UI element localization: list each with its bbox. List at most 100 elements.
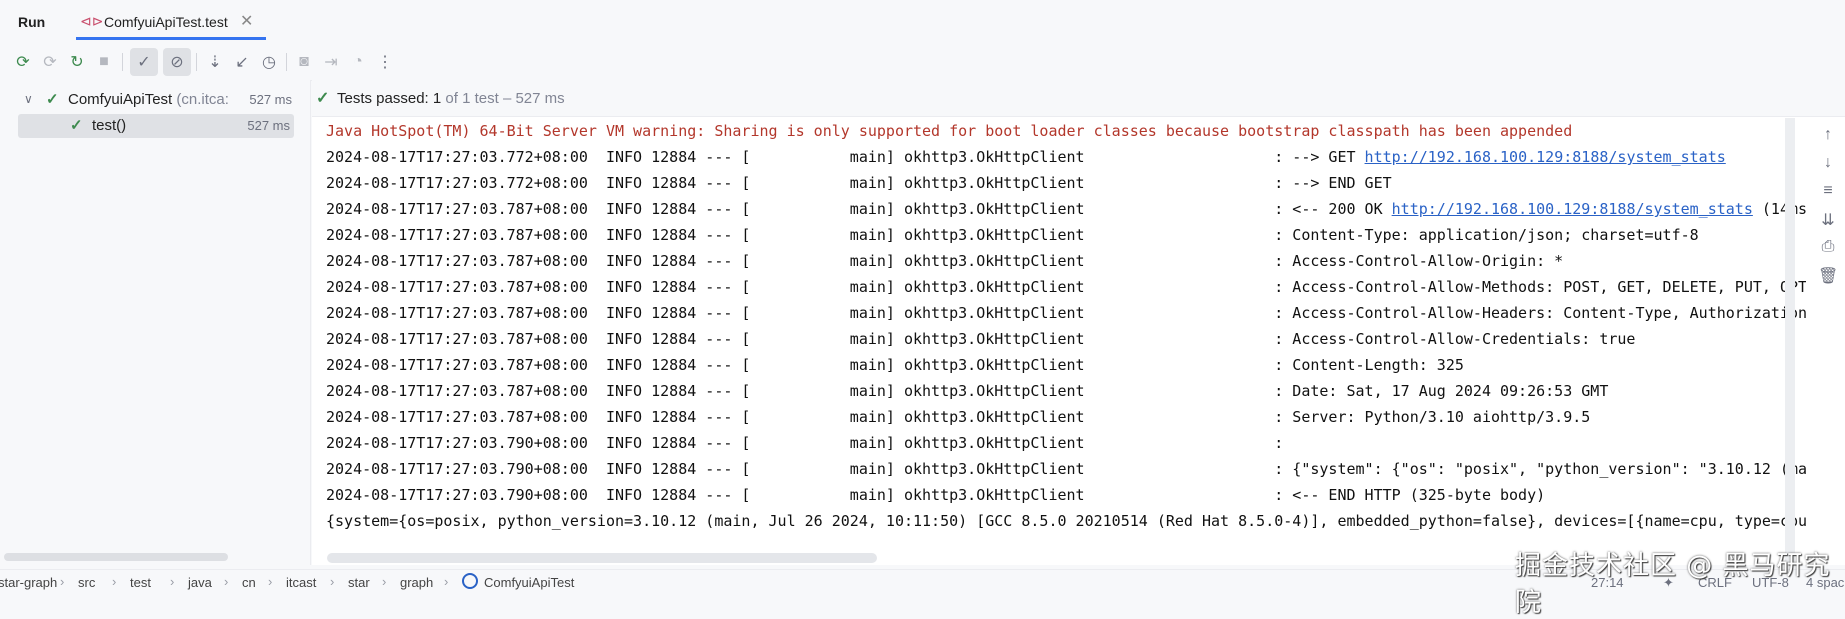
tool-window-tab-bar: Run ⊲⊳ ComfyuiApiTest.test ✕ bbox=[0, 0, 1845, 42]
log-text: 2024-08-17T17:27:03.787+08:00 INFO 12884… bbox=[326, 408, 1591, 426]
down-arrow-icon[interactable]: ↓ bbox=[1818, 154, 1838, 174]
toggle-auto-test-icon[interactable]: ↻ bbox=[66, 51, 88, 73]
root-test-package: (cn.itca: bbox=[176, 91, 229, 108]
child-test-name: test() bbox=[92, 117, 127, 134]
tree-node-root[interactable]: ∨ ✓ ComfyuiApiTest (cn.itca: 527 ms bbox=[0, 88, 310, 112]
soft-wrap-icon[interactable]: ≡ bbox=[1818, 182, 1838, 202]
console-horizontal-scrollbar[interactable] bbox=[327, 553, 877, 563]
scroll-to-end-icon[interactable]: ⇊ bbox=[1818, 210, 1838, 230]
tree-node-label: ComfyuiApiTest (cn.itca: bbox=[68, 91, 229, 108]
log-text: {system={os=posix, python_version=3.10.1… bbox=[326, 512, 1806, 530]
run-toolbar: ⟳ ⟳ ↻ ■ ✓ ⊘ ⇣ ↙ ◷ ◙ ⇥ ◔ ⋮ bbox=[0, 42, 1845, 81]
log-link[interactable]: http://192.168.100.129:8188/system_stats bbox=[1365, 148, 1726, 166]
status-suffix: of 1 test – 527 ms bbox=[445, 90, 565, 107]
run-tool-window-title: Run bbox=[18, 14, 46, 30]
passed-check-icon: ✓ bbox=[316, 90, 330, 107]
log-text: 2024-08-17T17:27:03.787+08:00 INFO 12884… bbox=[326, 226, 1699, 244]
child-test-time: 527 ms bbox=[247, 118, 290, 133]
console-panel: ✓ Tests passed: 1 of 1 test – 527 ms Jav… bbox=[312, 80, 1845, 565]
tab-comfyui-api-test[interactable]: ⊲⊳ ComfyuiApiTest.test ✕ bbox=[76, 0, 266, 42]
tab-label: ComfyuiApiTest.test bbox=[104, 14, 228, 30]
print-icon[interactable]: ⎙ bbox=[1818, 238, 1838, 258]
breadcrumb-item[interactable]: itcast bbox=[286, 575, 316, 590]
import-icon[interactable]: ⇥ bbox=[320, 51, 342, 73]
console-log-line: {system={os=posix, python_version=3.10.1… bbox=[326, 508, 1806, 534]
log-text: 2024-08-17T17:27:03.787+08:00 INFO 12884… bbox=[326, 252, 1564, 270]
breadcrumb-separator: › bbox=[224, 574, 229, 589]
console-output[interactable]: Java HotSpot(TM) 64-Bit Server VM warnin… bbox=[326, 118, 1806, 548]
tree-node-test[interactable]: ✓ test() 527 ms bbox=[18, 114, 294, 138]
export-icon[interactable]: ◔ bbox=[347, 51, 369, 73]
breadcrumb-item[interactable]: graph bbox=[400, 575, 433, 590]
console-log-line: 2024-08-17T17:27:03.787+08:00 INFO 12884… bbox=[326, 404, 1590, 430]
status-prefix: Tests passed: bbox=[337, 90, 429, 107]
collapse-icon[interactable]: ↙ bbox=[231, 51, 253, 73]
breadcrumb-separator: › bbox=[170, 574, 175, 589]
log-text: 2024-08-17T17:27:03.772+08:00 INFO 12884… bbox=[326, 174, 1392, 192]
log-text: 2024-08-17T17:27:03.787+08:00 INFO 12884… bbox=[326, 330, 1636, 348]
breadcrumb-separator: › bbox=[330, 574, 335, 589]
log-text: 2024-08-17T17:27:03.787+08:00 INFO 12884… bbox=[326, 304, 1806, 322]
tree-horizontal-scrollbar[interactable] bbox=[4, 553, 228, 561]
rerun-icon[interactable]: ⟳ bbox=[12, 51, 34, 73]
rerun-failed-icon[interactable]: ⟳ bbox=[39, 51, 61, 73]
watermark: 掘金技术社区 @ 黑马研究院 bbox=[1515, 551, 1831, 618]
breadcrumb-item[interactable]: test bbox=[130, 575, 151, 590]
console-log-line: 2024-08-17T17:27:03.772+08:00 INFO 12884… bbox=[326, 144, 1726, 170]
screenshot-icon[interactable]: ◙ bbox=[293, 51, 315, 73]
breadcrumb-separator: › bbox=[60, 574, 65, 589]
run-config-icon: ⊲⊳ bbox=[80, 13, 104, 29]
show-passed-icon[interactable]: ✓ bbox=[130, 48, 158, 76]
close-icon[interactable]: ✕ bbox=[240, 11, 253, 31]
test-tree: ∨ ✓ ComfyuiApiTest (cn.itca: 527 ms ✓ te… bbox=[0, 80, 311, 565]
console-log-line: 2024-08-17T17:27:03.790+08:00 INFO 12884… bbox=[326, 482, 1545, 508]
test-status-line: ✓ Tests passed: 1 of 1 test – 527 ms bbox=[312, 80, 1845, 117]
breadcrumb-separator: › bbox=[112, 574, 117, 589]
breadcrumb-item[interactable]: java bbox=[188, 575, 212, 590]
console-log-line: 2024-08-17T17:27:03.772+08:00 INFO 12884… bbox=[326, 170, 1392, 196]
toolbar-separator bbox=[122, 53, 123, 71]
log-text: 2024-08-17T17:27:03.790+08:00 INFO 12884… bbox=[326, 434, 1284, 452]
passed-check-icon: ✓ bbox=[46, 91, 59, 108]
console-log-line: 2024-08-17T17:27:03.787+08:00 INFO 12884… bbox=[326, 222, 1699, 248]
status-passed-count: 1 bbox=[432, 90, 442, 107]
test-class-icon bbox=[462, 573, 478, 589]
log-link[interactable]: http://192.168.100.129:8188/system_stats bbox=[1392, 200, 1753, 218]
toolbar-separator bbox=[286, 53, 287, 71]
history-icon[interactable]: ◷ bbox=[258, 51, 280, 73]
console-log-line: 2024-08-17T17:27:03.787+08:00 INFO 12884… bbox=[326, 326, 1635, 352]
console-log-line: 2024-08-17T17:27:03.787+08:00 INFO 12884… bbox=[326, 300, 1806, 326]
passed-check-icon: ✓ bbox=[70, 117, 83, 134]
breadcrumb-item-current[interactable]: ComfyuiApiTest bbox=[484, 575, 574, 590]
console-log-line: 2024-08-17T17:27:03.787+08:00 INFO 12884… bbox=[326, 274, 1806, 300]
chevron-down-icon[interactable]: ∨ bbox=[24, 92, 33, 106]
show-ignored-icon[interactable]: ⊘ bbox=[163, 48, 191, 76]
root-test-name: ComfyuiApiTest bbox=[68, 91, 173, 108]
test-status-text: Tests passed: 1 of 1 test – 527 ms bbox=[337, 90, 565, 107]
breadcrumb-item[interactable]: cn bbox=[242, 575, 256, 590]
up-arrow-icon[interactable]: ↑ bbox=[1818, 126, 1838, 146]
breadcrumb-item[interactable]: star-graph bbox=[0, 575, 57, 590]
breadcrumb-separator: › bbox=[444, 574, 449, 589]
console-vertical-scrollbar[interactable] bbox=[1785, 118, 1795, 565]
log-text: 2024-08-17T17:27:03.790+08:00 INFO 12884… bbox=[326, 486, 1546, 504]
tab-active-indicator bbox=[76, 37, 266, 40]
log-text: 2024-08-17T17:27:03.772+08:00 INFO 12884… bbox=[326, 148, 1365, 166]
stop-icon[interactable]: ■ bbox=[93, 51, 115, 73]
console-warning-line: Java HotSpot(TM) 64-Bit Server VM warnin… bbox=[326, 122, 1573, 140]
console-log-line: 2024-08-17T17:27:03.787+08:00 INFO 12884… bbox=[326, 196, 1806, 222]
more-icon[interactable]: ⋮ bbox=[374, 51, 396, 73]
breadcrumb-item[interactable]: src bbox=[78, 575, 95, 590]
toolbar-separator bbox=[196, 53, 197, 71]
log-text-suffix: (14ms bbox=[1752, 200, 1806, 218]
sort-icon[interactable]: ⇣ bbox=[204, 51, 226, 73]
console-log-line: 2024-08-17T17:27:03.787+08:00 INFO 12884… bbox=[326, 248, 1563, 274]
log-text: 2024-08-17T17:27:03.790+08:00 INFO 12884… bbox=[326, 460, 1806, 478]
console-side-toolbar: ↑ ↓ ≡ ⇊ ⎙ 🗑 bbox=[1810, 120, 1844, 320]
breadcrumb-item[interactable]: star bbox=[348, 575, 370, 590]
console-log-line: 2024-08-17T17:27:03.787+08:00 INFO 12884… bbox=[326, 352, 1464, 378]
trash-icon[interactable]: 🗑 bbox=[1818, 266, 1838, 286]
console-log-line: 2024-08-17T17:27:03.790+08:00 INFO 12884… bbox=[326, 430, 1283, 456]
log-text: 2024-08-17T17:27:03.787+08:00 INFO 12884… bbox=[326, 356, 1464, 374]
breadcrumb-separator: › bbox=[382, 574, 387, 589]
